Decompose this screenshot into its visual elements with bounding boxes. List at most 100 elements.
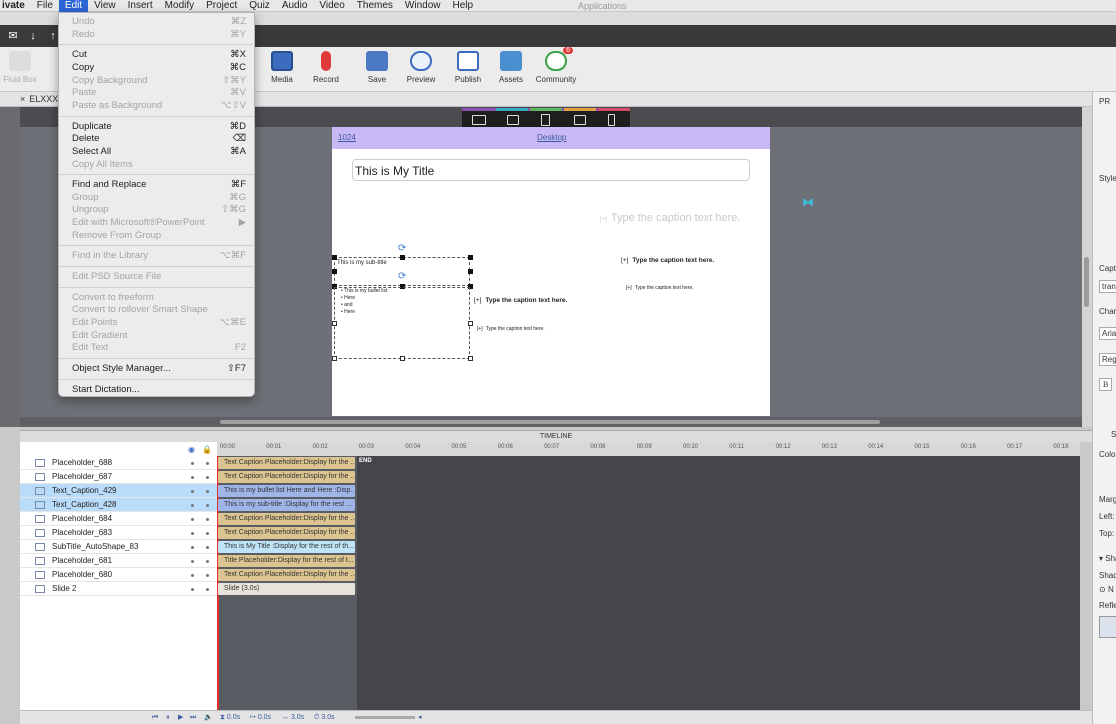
visibility-toggle[interactable] xyxy=(191,588,194,591)
eye-icon[interactable]: ◉ xyxy=(188,445,195,454)
timeline-header[interactable]: TIMELINE xyxy=(20,430,1092,442)
timeline-row[interactable]: Slide 2 xyxy=(20,582,217,596)
tab-file[interactable]: × ELXXX xyxy=(20,94,58,104)
stage-horizontal-scrollbar[interactable] xyxy=(20,417,1082,427)
menu-file[interactable]: File xyxy=(31,0,59,12)
caption-type-select[interactable]: tran xyxy=(1099,280,1116,293)
menu-project[interactable]: Project xyxy=(200,0,243,12)
audio-icon[interactable]: 🔈 xyxy=(204,711,213,724)
rotate-handle-icon[interactable]: ⟳ xyxy=(398,271,406,282)
edit-menu-item-find-and-replace[interactable]: Find and Replace ⌘F xyxy=(72,179,246,191)
phone-portrait-icon[interactable] xyxy=(608,114,615,126)
timeline-row[interactable]: Placeholder_688 xyxy=(20,456,217,470)
timeline-bar[interactable]: Text Caption Placeholder:Display for the… xyxy=(218,513,355,525)
timeline-bar[interactable]: Text Caption Placeholder:Display for the… xyxy=(218,527,355,539)
caption-bold[interactable]: [+] Type the caption text here. xyxy=(621,257,714,264)
phone-landscape-icon[interactable] xyxy=(574,115,586,125)
bold-button[interactable]: B xyxy=(1099,378,1113,391)
font-family-select[interactable]: Aria xyxy=(1099,327,1116,340)
font-style-select[interactable]: Regu xyxy=(1099,353,1116,366)
menu-window[interactable]: Window xyxy=(399,0,447,12)
timeline-row[interactable]: Placeholder_683 xyxy=(20,526,217,540)
menu-themes[interactable]: Themes xyxy=(351,0,399,12)
timeline-bar[interactable]: This is my bullet list Here and Here :Di… xyxy=(218,485,355,497)
lock-toggle[interactable] xyxy=(206,476,209,479)
visibility-toggle[interactable] xyxy=(191,504,194,507)
arrow-down-icon[interactable]: ↓ xyxy=(26,30,40,42)
preview-button[interactable]: Preview xyxy=(399,51,443,84)
lock-toggle[interactable] xyxy=(206,574,209,577)
tablet-portrait-icon[interactable] xyxy=(541,114,550,126)
forward-icon[interactable]: ⏭ xyxy=(190,711,196,724)
timeline-row[interactable]: Text_Caption_429 xyxy=(20,484,217,498)
lock-toggle[interactable] xyxy=(206,462,209,465)
timeline-row[interactable]: Placeholder_680 xyxy=(20,568,217,582)
timeline-row[interactable]: Placeholder_681 xyxy=(20,554,217,568)
media-button[interactable]: Media xyxy=(260,51,304,84)
timeline-row[interactable]: Text_Caption_428 xyxy=(20,498,217,512)
visibility-toggle[interactable] xyxy=(191,490,194,493)
lock-icon[interactable]: 🔒 xyxy=(202,445,212,454)
timeline-row[interactable]: Placeholder_684 xyxy=(20,512,217,526)
edit-menu-item-cut[interactable]: Cut ⌘X xyxy=(72,49,246,61)
lock-toggle[interactable] xyxy=(206,490,209,493)
timeline-row[interactable]: Placeholder_687 xyxy=(20,470,217,484)
edit-menu-item-select-all[interactable]: Select All ⌘A xyxy=(72,146,246,158)
visibility-toggle[interactable] xyxy=(191,532,194,535)
lock-toggle[interactable] xyxy=(206,588,209,591)
save-button[interactable]: Save xyxy=(355,51,399,84)
community-button[interactable]: 6 Community xyxy=(532,47,580,84)
timeline-bar[interactable]: Title Placeholder:Display for the rest o… xyxy=(218,555,355,567)
offstage-object-icon[interactable]: ⧓ xyxy=(802,195,814,209)
breakpoint-mode[interactable]: Desktop xyxy=(537,133,566,142)
bullet-list-selection[interactable]: • This is my bullet list • Here • and • … xyxy=(334,287,470,359)
menu-video[interactable]: Video xyxy=(313,0,350,12)
menu-quiz[interactable]: Quiz xyxy=(243,0,276,12)
record-button[interactable]: Record xyxy=(304,51,348,84)
menu-view[interactable]: View xyxy=(88,0,122,12)
edit-menu-item-delete[interactable]: Delete ⌫ xyxy=(72,133,246,145)
edit-menu-item-copy[interactable]: Copy ⌘C xyxy=(72,62,246,74)
timeline-bar[interactable]: Text Caption Placeholder:Display for the… xyxy=(218,457,355,469)
caption-small[interactable]: [+] Type the caption text here. xyxy=(626,285,694,291)
publish-button[interactable]: Publish xyxy=(446,51,490,84)
rotate-handle-icon[interactable]: ⟳ xyxy=(398,243,406,254)
fluid-box-button[interactable]: Fluid Box xyxy=(0,51,40,84)
breakpoint-width[interactable]: 1024 xyxy=(338,133,356,142)
timeline-end-marker[interactable]: END xyxy=(359,458,372,464)
close-icon[interactable]: × xyxy=(20,94,25,104)
mail-icon[interactable]: ✉ xyxy=(6,30,20,42)
visibility-toggle[interactable] xyxy=(191,546,194,549)
menu-modify[interactable]: Modify xyxy=(159,0,200,12)
panel-tab[interactable]: PR xyxy=(1099,97,1110,106)
edit-menu-item-duplicate[interactable]: Duplicate ⌘D xyxy=(72,121,246,133)
desktop-device-icon[interactable] xyxy=(472,115,486,125)
visibility-toggle[interactable] xyxy=(191,560,194,563)
menu-help[interactable]: Help xyxy=(447,0,480,12)
timeline-bar[interactable]: This is my sub-title :Display for the re… xyxy=(218,499,355,511)
lock-toggle[interactable] xyxy=(206,546,209,549)
visibility-toggle[interactable] xyxy=(191,476,194,479)
caption-large[interactable]: [+] Type the caption text here. xyxy=(600,212,740,224)
app-menu[interactable]: ivate xyxy=(0,0,31,12)
zoom-slider[interactable] xyxy=(355,716,415,719)
menu-insert[interactable]: Insert xyxy=(122,0,159,12)
menu-audio[interactable]: Audio xyxy=(276,0,314,12)
visibility-toggle[interactable] xyxy=(191,518,194,521)
lock-toggle[interactable] xyxy=(206,518,209,521)
edit-menu-item-start-dictation[interactable]: Start Dictation... xyxy=(72,384,246,396)
assets-button[interactable]: Assets xyxy=(489,51,533,84)
timeline-bar[interactable]: Text Caption Placeholder:Display for the… xyxy=(218,471,355,483)
timeline-bar[interactable]: Text Caption Placeholder:Display for the… xyxy=(218,569,355,581)
shadow-section-label[interactable]: ▾ Sha xyxy=(1099,554,1116,563)
pause-icon[interactable]: ⏸ xyxy=(166,711,170,724)
rewind-icon[interactable]: ⏮ xyxy=(152,711,158,724)
caption-bold-2[interactable]: [+] Type the caption text here. xyxy=(474,297,567,304)
timeline-bar[interactable]: This is My Title :Display for the rest o… xyxy=(218,541,355,553)
lock-toggle[interactable] xyxy=(206,532,209,535)
timeline-bar[interactable]: Slide (3.0s) xyxy=(218,583,355,595)
tablet-landscape-icon[interactable] xyxy=(507,115,519,125)
caption-small-2[interactable]: [+] Type the caption text here. xyxy=(477,326,545,332)
shadow-none-radio[interactable]: ⊙ N xyxy=(1099,585,1114,594)
play-icon[interactable]: ▶ xyxy=(178,711,183,724)
